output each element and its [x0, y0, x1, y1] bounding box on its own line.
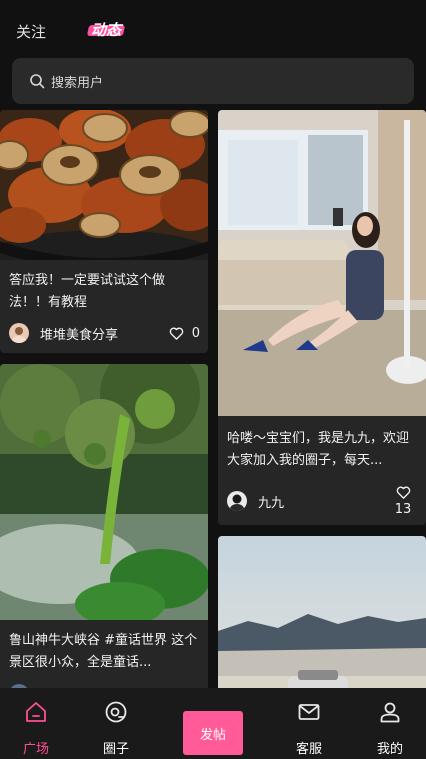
heart-icon: [396, 486, 410, 499]
heart-icon: [169, 327, 183, 340]
post-card[interactable]: 答应我！一定要试试这个做法！！有教程 堆堆美食分享 0: [0, 110, 208, 353]
nav-home[interactable]: 广场: [6, 688, 66, 759]
post-image-forest: [0, 364, 208, 620]
user-icon: [380, 702, 400, 723]
nav-service[interactable]: 客服: [279, 688, 339, 759]
nav-circle-label: 圈子: [102, 742, 129, 757]
nav-mine-label: 我的: [376, 742, 403, 757]
post-title: 哈喽～宝宝们，我是九九，欢迎大家加入我的圈子，每天...: [227, 431, 410, 468]
top-tabs: 关注 动态: [0, 0, 426, 58]
tab-follow[interactable]: 关注: [16, 21, 46, 42]
post-image-food: [0, 110, 208, 260]
author-avatar[interactable]: [227, 491, 247, 511]
post-image-portrait: [218, 110, 426, 416]
author-name[interactable]: 九九: [258, 492, 388, 511]
post-image-landscape: [218, 536, 426, 688]
mail-icon: [298, 704, 320, 720]
author-avatar[interactable]: [9, 323, 29, 343]
post-meta: 九九 13: [227, 485, 418, 517]
nav-mine[interactable]: 我的: [360, 688, 420, 759]
post-card[interactable]: 鲁山神牛大峡谷 #童话世界 这个景区很小众，全是童话...: [0, 364, 208, 688]
post-meta: 堆堆美食分享 0: [9, 321, 200, 345]
bottom-nav: 广场 圈子 发帖 客服 我的: [0, 688, 426, 759]
post-title: 答应我！一定要试试这个做法！！有教程: [9, 273, 166, 310]
post-card[interactable]: [218, 536, 426, 688]
author-name[interactable]: 堆堆美食分享: [40, 324, 169, 343]
like-button[interactable]: 0: [169, 326, 200, 341]
circle-icon: [105, 701, 127, 723]
like-count: 0: [191, 325, 200, 341]
post-title: 鲁山神牛大峡谷 #童话世界 这个景区很小众，全是童话...: [9, 633, 198, 670]
post-card[interactable]: 哈喽～宝宝们，我是九九，欢迎大家加入我的圈子，每天... 九九 13: [218, 110, 426, 525]
like-count: 13: [394, 502, 412, 517]
post-button[interactable]: 发帖: [183, 711, 243, 755]
search-input-placeholder: 搜索用户: [51, 75, 104, 91]
tab-dynamic-label: 动态: [91, 21, 122, 39]
nav-circle[interactable]: 圈子: [86, 688, 146, 759]
tab-dynamic[interactable]: 动态: [86, 19, 126, 40]
search-icon: [30, 74, 45, 89]
like-button[interactable]: 13: [388, 485, 418, 517]
nav-home-label: 广场: [22, 742, 49, 757]
home-icon: [26, 702, 46, 722]
search-bar[interactable]: 搜索用户: [12, 58, 414, 104]
nav-service-label: 客服: [295, 742, 322, 757]
post-feed[interactable]: 答应我！一定要试试这个做法！！有教程 堆堆美食分享 0 哈喽～宝宝们，我是九九，…: [0, 110, 426, 688]
